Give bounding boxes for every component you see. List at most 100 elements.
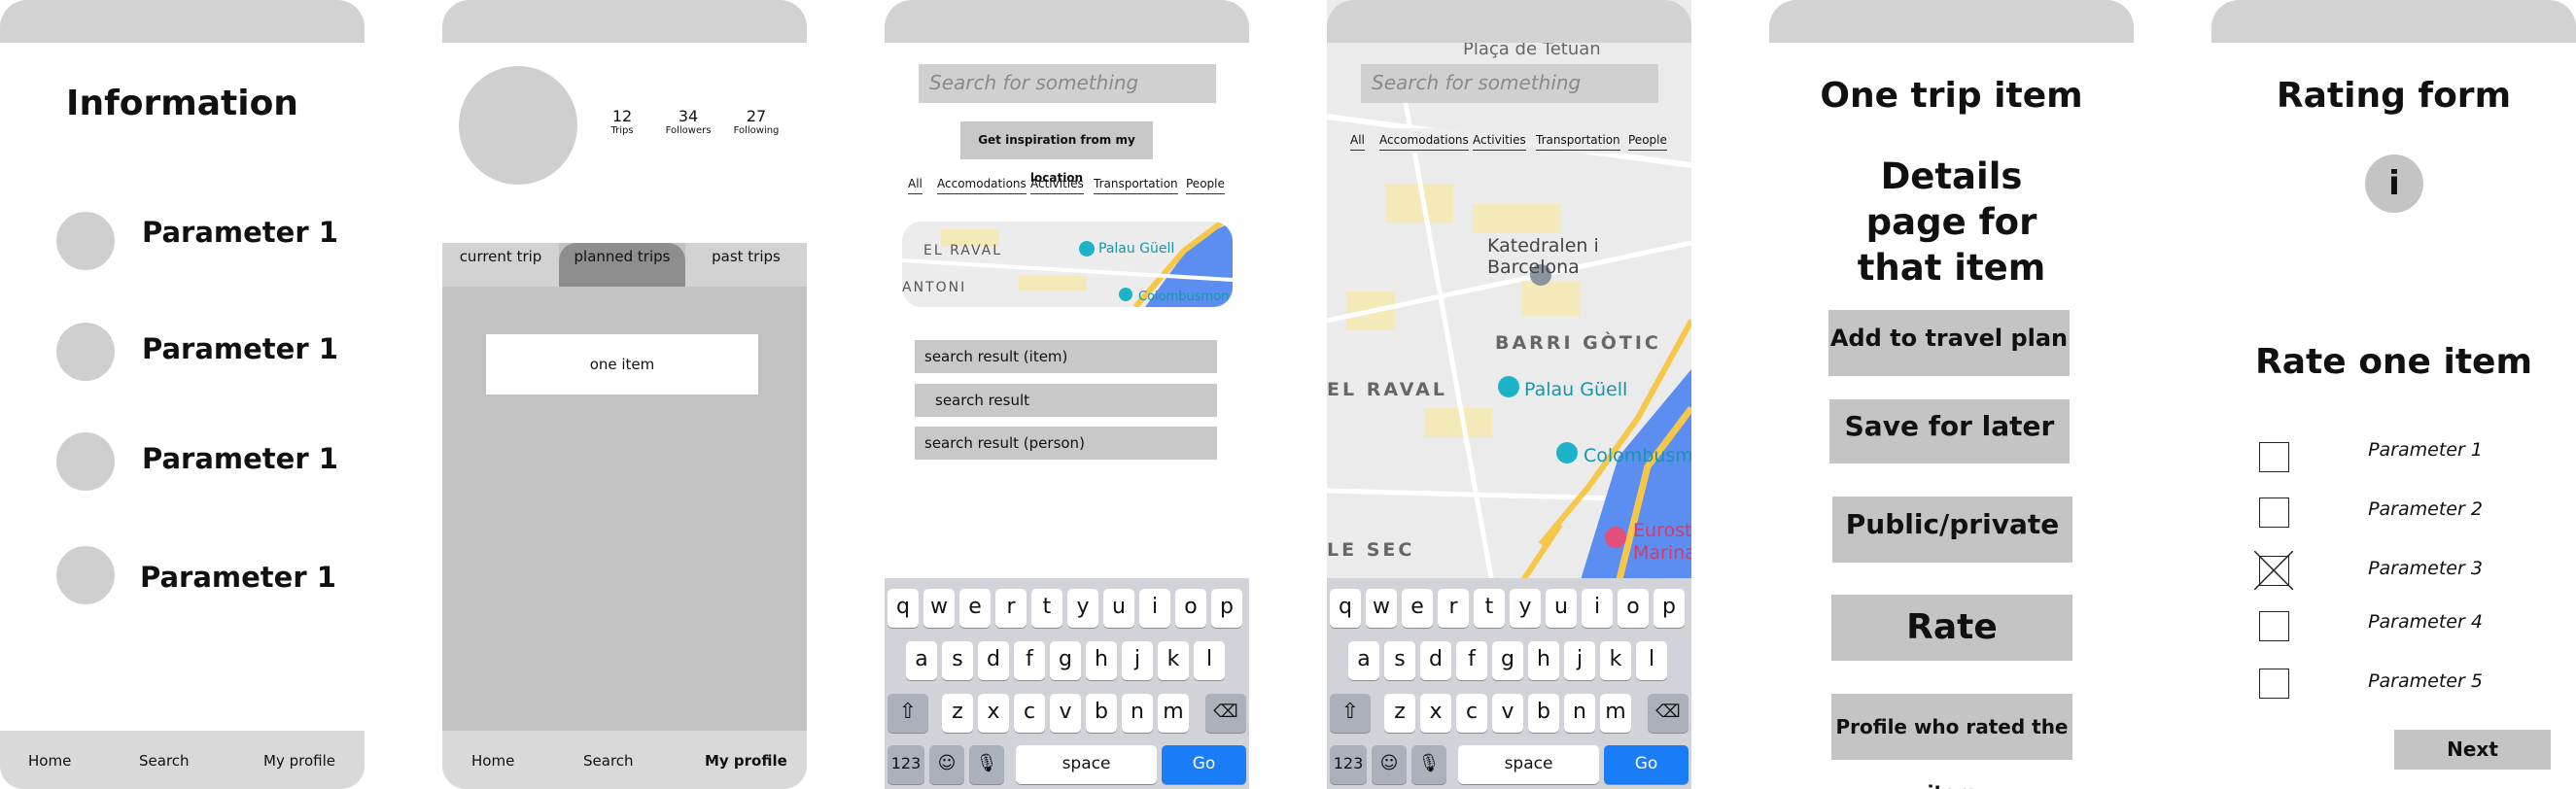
key[interactable]: a (1348, 641, 1379, 680)
key[interactable]: w (1366, 589, 1397, 628)
shift-icon[interactable]: ⇧ (888, 694, 928, 733)
key[interactable]: i (1139, 589, 1170, 628)
key[interactable]: d (1420, 641, 1451, 680)
key[interactable]: c (1456, 694, 1487, 733)
key[interactable]: g (1492, 641, 1523, 680)
key[interactable]: a (906, 641, 937, 680)
key[interactable]: z (942, 694, 973, 733)
nav-search[interactable]: Search (139, 752, 190, 770)
nav-search[interactable]: Search (583, 752, 634, 770)
key[interactable]: s (1384, 641, 1415, 680)
stat-following[interactable]: 27 Following (728, 107, 784, 136)
mini-map[interactable]: EL RAVAL Palau Güell ANTONI Colombusmon (902, 222, 1233, 307)
checkbox[interactable] (2259, 497, 2289, 528)
key[interactable]: k (1600, 641, 1631, 680)
key[interactable]: m (1600, 694, 1631, 733)
emoji-icon[interactable]: ☺ (1372, 745, 1407, 784)
key[interactable]: d (978, 641, 1009, 680)
key[interactable]: l (1636, 641, 1667, 680)
stat-followers[interactable]: 34 Followers (658, 107, 718, 136)
nav-home[interactable]: Home (28, 752, 71, 770)
key[interactable]: n (1564, 694, 1595, 733)
key[interactable]: y (1067, 589, 1098, 628)
shift-icon[interactable]: ⇧ (1330, 694, 1371, 733)
key[interactable]: q (1330, 589, 1361, 628)
key[interactable]: y (1510, 589, 1541, 628)
filter-all[interactable]: All (908, 177, 922, 194)
key[interactable]: g (1050, 641, 1081, 680)
key[interactable]: l (1194, 641, 1225, 680)
key[interactable]: x (1420, 694, 1451, 733)
public-private-button[interactable]: Public/private (1832, 497, 2072, 563)
backspace-icon[interactable]: ⌫ (1205, 694, 1246, 733)
tab-current-trip[interactable]: current trip (442, 243, 559, 287)
nav-my-profile[interactable]: My profile (263, 752, 335, 770)
space-key[interactable]: space (1458, 745, 1599, 784)
avatar[interactable] (459, 66, 577, 185)
key[interactable]: x (978, 694, 1009, 733)
key[interactable]: j (1122, 641, 1153, 680)
key[interactable]: z (1384, 694, 1415, 733)
inspiration-button[interactable]: Get inspiration from my location (960, 121, 1153, 185)
key[interactable]: r (995, 589, 1027, 628)
save-for-later-button[interactable]: Save for later (1829, 399, 2070, 463)
key[interactable]: t (1031, 589, 1062, 628)
search-input[interactable]: Search for something (919, 64, 1216, 103)
key[interactable]: f (1014, 641, 1045, 680)
key[interactable]: w (923, 589, 955, 628)
key[interactable]: u (1103, 589, 1134, 628)
go-button[interactable]: Go (1162, 745, 1246, 784)
filter-activities[interactable]: Activities (1473, 133, 1526, 151)
key[interactable]: h (1086, 641, 1117, 680)
key-123[interactable]: 123 (888, 745, 924, 784)
key[interactable]: c (1014, 694, 1045, 733)
nav-my-profile[interactable]: My profile (705, 752, 787, 770)
tab-planned-trips[interactable]: planned trips (559, 243, 685, 287)
key[interactable]: n (1122, 694, 1153, 733)
tab-past-trips[interactable]: past trips (685, 243, 807, 287)
key[interactable]: s (942, 641, 973, 680)
profile-who-rated-button[interactable]: Profile who rated the item (1831, 694, 2072, 789)
key[interactable]: o (1175, 589, 1206, 628)
filter-transportation[interactable]: Transportation (1094, 177, 1178, 194)
filter-people[interactable]: People (1186, 177, 1225, 194)
filter-people[interactable]: People (1628, 133, 1667, 151)
key[interactable]: e (959, 589, 991, 628)
search-input[interactable]: Search for something (1361, 64, 1658, 103)
filter-accomodations[interactable]: Accomodations (937, 177, 1027, 194)
key[interactable]: u (1546, 589, 1577, 628)
filter-accomodations[interactable]: Accomodations (1379, 133, 1469, 151)
checkbox[interactable] (2259, 669, 2289, 699)
filter-activities[interactable]: Activities (1030, 177, 1084, 194)
trip-item[interactable]: one item (486, 334, 758, 394)
microphone-icon[interactable]: 🎙 (969, 745, 1004, 784)
key[interactable]: i (1582, 589, 1613, 628)
key[interactable]: t (1474, 589, 1505, 628)
microphone-icon[interactable]: 🎙 (1411, 745, 1446, 784)
search-result[interactable]: search result (915, 384, 1217, 417)
key[interactable]: r (1438, 589, 1469, 628)
filter-all[interactable]: All (1350, 133, 1365, 151)
next-button[interactable]: Next (2394, 730, 2551, 770)
space-key[interactable]: space (1016, 745, 1157, 784)
key[interactable]: b (1528, 694, 1559, 733)
key[interactable]: b (1086, 694, 1117, 733)
key[interactable]: o (1618, 589, 1649, 628)
key[interactable]: k (1158, 641, 1189, 680)
key[interactable]: m (1158, 694, 1189, 733)
key[interactable]: e (1402, 589, 1433, 628)
key[interactable]: q (888, 589, 919, 628)
info-icon[interactable]: i (2365, 154, 2423, 213)
filter-transportation[interactable]: Transportation (1536, 133, 1620, 151)
key[interactable]: v (1050, 694, 1081, 733)
add-to-travel-plan-button[interactable]: Add to travel plan (1828, 310, 2070, 376)
key[interactable]: p (1211, 589, 1242, 628)
rate-button[interactable]: Rate (1831, 595, 2072, 661)
nav-home[interactable]: Home (471, 752, 514, 770)
checkbox[interactable] (2259, 442, 2289, 472)
key[interactable]: j (1564, 641, 1595, 680)
key[interactable]: f (1456, 641, 1487, 680)
stat-trips[interactable]: 12 Trips (600, 107, 644, 136)
backspace-icon[interactable]: ⌫ (1648, 694, 1688, 733)
checkbox-checked[interactable] (2254, 551, 2293, 590)
